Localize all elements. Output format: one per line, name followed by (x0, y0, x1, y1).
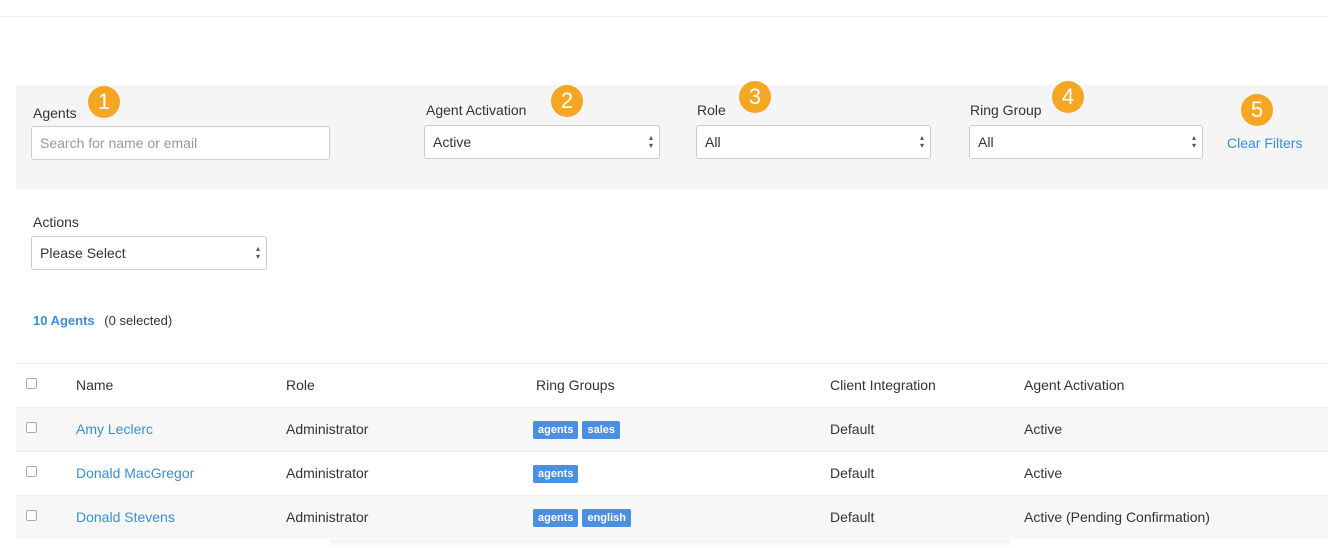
agent-name-link[interactable]: Donald Stevens (76, 496, 175, 539)
agent-activation-status: Active (1024, 465, 1063, 481)
ring-group-tag: agents (533, 509, 579, 528)
actions-label: Actions (33, 214, 79, 230)
ring-group-filter-label: Ring Group (970, 102, 1042, 118)
row-checkbox[interactable] (26, 510, 37, 521)
callout-badge-5: 5 (1241, 94, 1273, 126)
callout-badge-4: 4 (1052, 81, 1084, 113)
ring-group-tag: agents (533, 465, 579, 484)
agent-role: Administrator (286, 421, 369, 437)
callout-badge-1: 1 (88, 86, 120, 118)
ring-groups-cell: agents (533, 452, 582, 495)
table-header-row: Name Role Ring Groups Client Integration… (16, 363, 1328, 407)
ring-groups-cell: agents sales (533, 408, 624, 451)
role-filter-label: Role (697, 102, 726, 118)
bottom-shadow (330, 540, 1010, 548)
agent-activation-status: Active (1024, 421, 1063, 437)
select-all-checkbox[interactable] (26, 378, 37, 389)
role-select[interactable]: All (696, 125, 931, 159)
agent-role: Administrator (286, 509, 369, 525)
agents-filter-label: Agents (33, 105, 77, 121)
header-name[interactable]: Name (76, 364, 113, 407)
top-divider (0, 16, 1328, 17)
ring-group-tag: sales (582, 421, 620, 440)
table-row: Amy Leclerc Administrator agents sales De… (16, 407, 1328, 451)
activation-select[interactable]: Active (424, 125, 660, 159)
callout-badge-3: 3 (739, 81, 771, 113)
table-row: Donald Stevens Administrator agents engli… (16, 495, 1328, 539)
agents-search-input[interactable] (31, 126, 330, 160)
table-row: Donald MacGregor Administrator agents De… (16, 451, 1328, 495)
agent-name-link[interactable]: Donald MacGregor (76, 452, 194, 495)
activation-filter-label: Agent Activation (426, 102, 527, 118)
agents-count-link[interactable]: 10 Agents (33, 313, 95, 328)
client-integration: Default (830, 509, 875, 525)
agent-activation-status: Active (Pending Confirmation) (1024, 509, 1210, 525)
header-agent-activation[interactable]: Agent Activation (1024, 364, 1124, 407)
row-checkbox[interactable] (26, 466, 37, 477)
clear-filters-link[interactable]: Clear Filters (1227, 135, 1302, 151)
ring-group-select[interactable]: All (969, 125, 1203, 159)
agent-role: Administrator (286, 465, 369, 481)
client-integration: Default (830, 465, 875, 481)
selected-count: (0 selected) (104, 313, 173, 328)
agents-summary: 10 Agents (0 selected) (33, 313, 172, 329)
agents-table: Name Role Ring Groups Client Integration… (16, 363, 1328, 539)
actions-select[interactable]: Please Select (31, 236, 267, 270)
agent-name-link[interactable]: Amy Leclerc (76, 408, 153, 451)
header-ring-groups[interactable]: Ring Groups (536, 364, 615, 407)
callout-badge-2: 2 (551, 85, 583, 117)
header-client-integration[interactable]: Client Integration (830, 364, 936, 407)
client-integration: Default (830, 421, 875, 437)
ring-group-tag: agents (533, 421, 579, 440)
header-role[interactable]: Role (286, 364, 315, 407)
row-checkbox[interactable] (26, 422, 37, 433)
ring-groups-cell: agents english (533, 496, 635, 539)
ring-group-tag: english (582, 509, 631, 528)
